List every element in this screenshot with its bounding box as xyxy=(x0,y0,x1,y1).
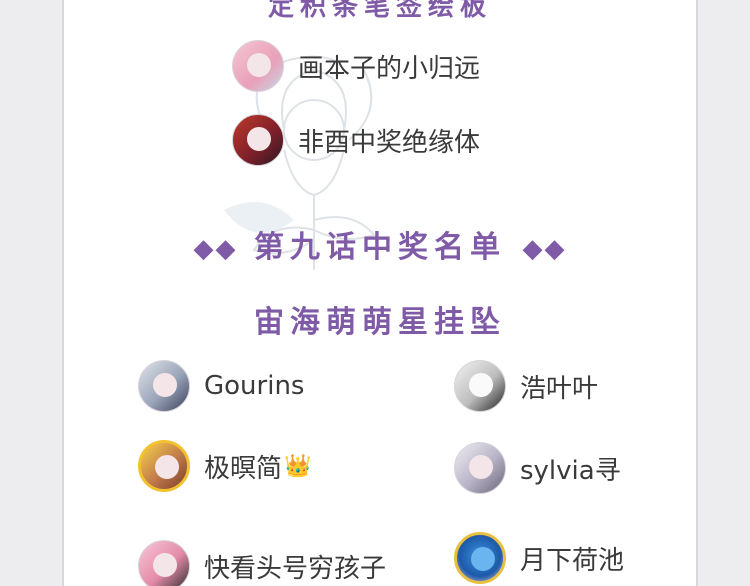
blue-creature-avatar-icon xyxy=(454,532,506,584)
winner-name: 非酉中奖绝缘体 xyxy=(298,127,481,158)
diamond-icon: ◆◆ xyxy=(522,234,567,264)
content-panel: 定积条笔签绘板 画本子的小归远 非酉中奖绝缘体 ◆◆ 第九话中奖名单 ◆◆ 宙海… xyxy=(62,0,698,586)
winner-item: 浩叶叶 xyxy=(454,360,598,412)
prize-subtitle: 宙海萌萌星挂坠 xyxy=(254,305,506,340)
winner-name: 快看头号穷孩子 xyxy=(204,553,387,584)
winner-name: 画本子的小归远 xyxy=(298,53,481,84)
prize-heading: 定积条笔签绘板 xyxy=(267,0,492,22)
winner-item: 快看头号穷孩子 xyxy=(138,540,386,586)
winner-item: 极暝简 👑 xyxy=(138,440,311,492)
winner-item: 非酉中奖绝缘体 xyxy=(232,114,480,166)
red-hair-girl-avatar-icon xyxy=(232,114,284,166)
pink-hair-avatar-icon xyxy=(138,540,190,586)
sunglasses-sketch-avatar-icon xyxy=(454,360,506,412)
winner-item: sylvia寻 xyxy=(454,442,621,494)
winner-name: 月下荷池 xyxy=(520,545,625,576)
chapter-winners-title: ◆◆ 第九话中奖名单 ◆◆ xyxy=(64,222,696,266)
winner-name: sylvia寻 xyxy=(520,455,621,486)
gold-frame-avatar-icon xyxy=(138,440,190,492)
winner-item: 月下荷池 xyxy=(454,532,624,584)
section-title-text: 第九话中奖名单 xyxy=(254,230,506,265)
winner-item: Gourins xyxy=(138,360,304,412)
winner-name: 极暝简 xyxy=(204,453,283,484)
winner-name: 浩叶叶 xyxy=(520,373,599,404)
silver-hair-cap-avatar-icon xyxy=(138,360,190,412)
crown-icon: 👑 xyxy=(284,453,312,479)
sketch-girl-avatar-icon xyxy=(454,442,506,494)
winner-name: Gourins xyxy=(204,371,305,401)
diamond-icon: ◆◆ xyxy=(193,234,238,264)
pink-hair-girl-avatar-icon xyxy=(232,40,284,92)
winner-item: 画本子的小归远 xyxy=(232,40,480,92)
